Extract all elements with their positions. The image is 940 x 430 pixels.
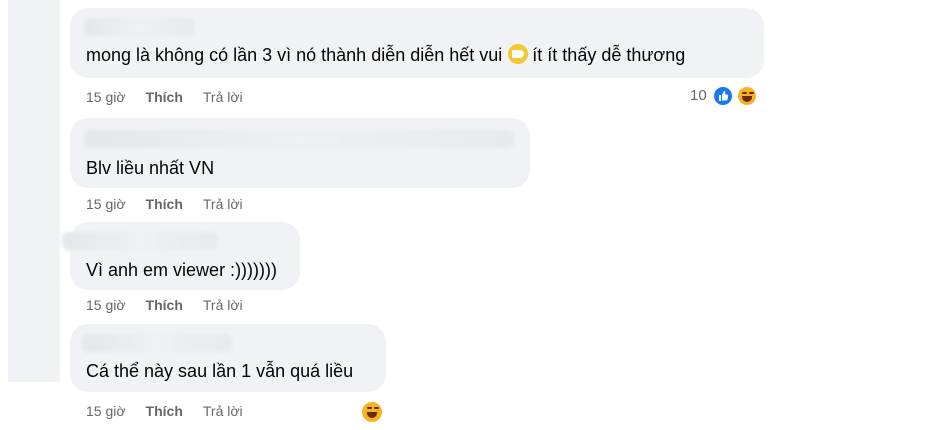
reply-button[interactable]: Trả lời xyxy=(203,296,243,314)
comment-time[interactable]: 15 giờ xyxy=(86,88,126,106)
comment-actions: 15 giờ Thích Trả lời xyxy=(86,402,263,420)
like-button[interactable]: Thích xyxy=(146,88,183,106)
comment-time[interactable]: 15 giờ xyxy=(86,402,126,420)
reply-button[interactable]: Trả lời xyxy=(203,195,243,213)
like-icon[interactable] xyxy=(712,85,734,107)
like-button[interactable]: Thích xyxy=(146,195,183,213)
comment-actions: 15 giờ Thích Trả lời xyxy=(86,296,263,314)
like-button[interactable]: Thích xyxy=(146,296,183,314)
like-button[interactable]: Thích xyxy=(146,402,183,420)
left-panel-strip xyxy=(8,0,60,382)
author-name-blurred[interactable] xyxy=(82,334,232,352)
reaction-count[interactable]: 10 xyxy=(690,87,707,104)
author-name-blurred[interactable] xyxy=(62,232,218,250)
comment-text: mong là không có lần 3 vì nó thành diễn … xyxy=(86,44,686,65)
haha-icon[interactable] xyxy=(360,400,384,424)
comment-actions: 15 giờ Thích Trả lời xyxy=(86,195,263,213)
comment-text: Vì anh em viewer :))))))) xyxy=(86,260,278,280)
comment-time[interactable]: 15 giờ xyxy=(86,296,126,314)
comment-actions: 15 giờ Thích Trả lời xyxy=(86,88,263,106)
reply-button[interactable]: Trả lời xyxy=(203,88,243,106)
haha-icon[interactable] xyxy=(736,85,758,107)
comment-time[interactable]: 15 giờ xyxy=(86,195,126,213)
pacman-emoji-icon xyxy=(508,44,529,64)
reply-button[interactable]: Trả lời xyxy=(203,402,243,420)
author-name-blurred[interactable] xyxy=(84,18,194,36)
comment-text: Blv liều nhất VN xyxy=(86,158,215,178)
comment-text: Cá thể này sau lần 1 vẫn quá liều xyxy=(86,361,354,381)
author-name-blurred[interactable] xyxy=(84,130,514,148)
